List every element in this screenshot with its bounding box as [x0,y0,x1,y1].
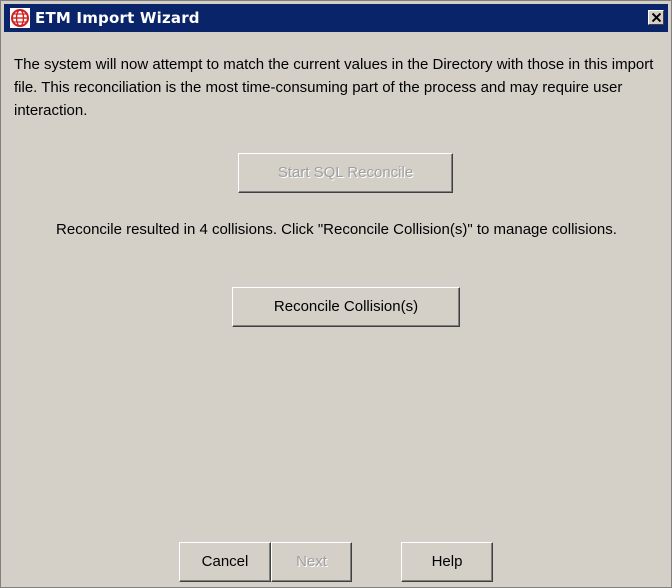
import-wizard-dialog: ETM Import Wizard The system will now at… [0,0,672,588]
close-x-icon [652,13,661,22]
close-button[interactable] [648,10,664,25]
etm-globe-icon [10,8,30,28]
window-title: ETM Import Wizard [35,9,200,27]
start-sql-reconcile-button[interactable]: Start SQL Reconcile [238,153,453,193]
intro-text: The system will now attempt to match the… [14,56,654,119]
title-bar[interactable]: ETM Import Wizard [4,4,668,32]
cancel-button[interactable]: Cancel [179,542,271,582]
help-button[interactable]: Help [401,542,493,582]
reconcile-status-text: Reconcile resulted in 4 collisions. Clic… [56,221,617,238]
next-button[interactable]: Next [271,542,352,582]
reconcile-collisions-button[interactable]: Reconcile Collision(s) [232,287,460,327]
